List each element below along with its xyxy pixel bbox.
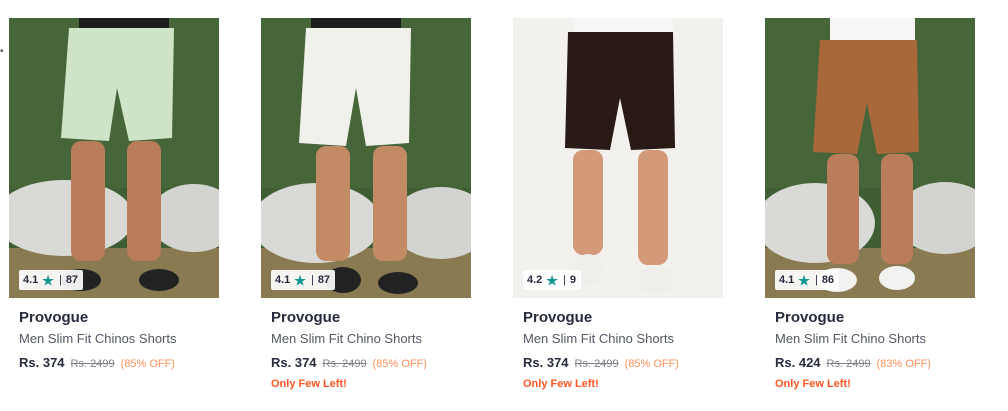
discount-percent: (85% OFF): [372, 358, 427, 370]
rating-badge: 4.1 ★ | 87: [271, 270, 336, 290]
product-card[interactable]: 4.1 ★ | 87 Provogue Men Slim Fit Chino S…: [261, 0, 471, 411]
price-row: Rs. 424 Rs. 2499 (83% OFF): [775, 355, 931, 370]
star-icon: ★: [546, 272, 558, 288]
price-row: Rs. 374 Rs. 2499 (85% OFF): [271, 355, 427, 370]
product-brand: Provogue: [523, 309, 593, 326]
rating-separator: |: [814, 274, 818, 286]
rating-badge: 4.2 ★ | 9: [523, 270, 581, 290]
rating-count: 86: [821, 274, 835, 286]
product-image[interactable]: 4.2 ★ | 9: [513, 18, 723, 298]
product-grid: 4.1 ★ | 87 Provogue Men Slim Fit Chinos …: [0, 0, 1008, 411]
product-title: Men Slim Fit Chino Shorts: [775, 331, 926, 346]
product-card[interactable]: 4.1 ★ | 87 Provogue Men Slim Fit Chinos …: [9, 0, 219, 411]
product-brand: Provogue: [271, 309, 341, 326]
rating-separator: |: [58, 274, 62, 286]
rating-separator: |: [310, 274, 314, 286]
rating-value: 4.2: [527, 274, 543, 286]
product-image[interactable]: 4.1 ★ | 87: [9, 18, 219, 298]
original-price: Rs. 2499: [574, 358, 619, 370]
star-icon: ★: [294, 272, 306, 288]
price-row: Rs. 374 Rs. 2499 (85% OFF): [523, 355, 679, 370]
original-price: Rs. 2499: [70, 358, 115, 370]
star-icon: ★: [42, 272, 54, 288]
rating-value: 4.1: [275, 274, 291, 286]
product-brand: Provogue: [19, 309, 89, 326]
rating-count: 9: [569, 274, 576, 286]
low-stock-notice: Only Few Left!: [271, 378, 347, 390]
product-brand: Provogue: [775, 309, 845, 326]
low-stock-notice: Only Few Left!: [775, 378, 851, 390]
discount-percent: (83% OFF): [876, 358, 931, 370]
product-card[interactable]: 4.2 ★ | 9 Provogue Men Slim Fit Chino Sh…: [513, 0, 723, 411]
discounted-price: Rs. 374: [271, 355, 317, 370]
discounted-price: Rs. 374: [19, 355, 65, 370]
product-title: Men Slim Fit Chinos Shorts: [19, 331, 177, 346]
product-image[interactable]: 4.1 ★ | 87: [261, 18, 471, 298]
product-card[interactable]: 4.1 ★ | 86 Provogue Men Slim Fit Chino S…: [765, 0, 975, 411]
rating-badge: 4.1 ★ | 86: [775, 270, 840, 290]
original-price: Rs. 2499: [322, 358, 367, 370]
star-icon: ★: [798, 272, 810, 288]
rating-count: 87: [65, 274, 79, 286]
discount-percent: (85% OFF): [120, 358, 175, 370]
rating-badge: 4.1 ★ | 87: [19, 270, 84, 290]
product-title: Men Slim Fit Chino Shorts: [523, 331, 674, 346]
price-row: Rs. 374 Rs. 2499 (85% OFF): [19, 355, 175, 370]
discounted-price: Rs. 374: [523, 355, 569, 370]
rating-value: 4.1: [779, 274, 795, 286]
product-image[interactable]: 4.1 ★ | 86: [765, 18, 975, 298]
original-price: Rs. 2499: [826, 358, 871, 370]
low-stock-notice: Only Few Left!: [523, 378, 599, 390]
product-title: Men Slim Fit Chino Shorts: [271, 331, 422, 346]
discount-percent: (85% OFF): [624, 358, 679, 370]
discounted-price: Rs. 424: [775, 355, 821, 370]
rating-value: 4.1: [23, 274, 39, 286]
rating-count: 87: [317, 274, 331, 286]
rating-separator: |: [562, 274, 566, 286]
